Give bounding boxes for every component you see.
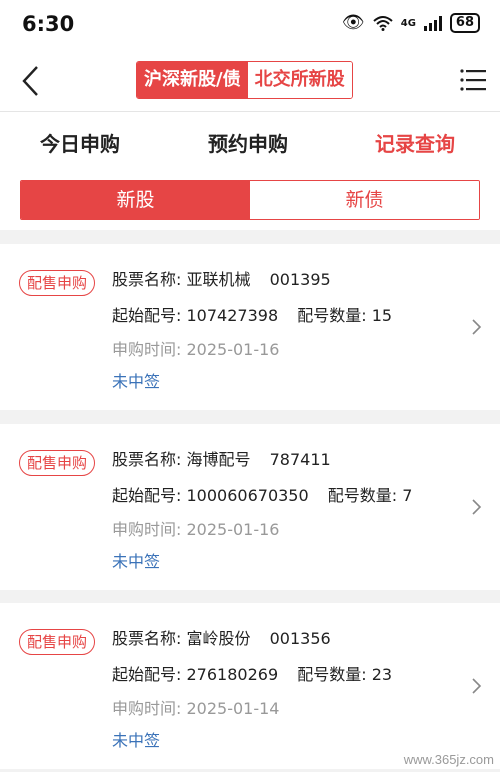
record-card[interactable]: 配售申购 股票名称: 亚联机械 001395 起始配号: 107427398 配…	[0, 244, 500, 410]
stock-name-row: 股票名称: 海博配号 787411	[112, 446, 331, 470]
start-number-row: 起始配号: 107427398 配号数量: 15	[112, 302, 392, 326]
subtabs-container: 新股 新债	[0, 172, 500, 230]
battery-icon: 68	[449, 13, 480, 33]
stock-name-label: 股票名称:	[112, 270, 182, 289]
stock-name-label: 股票名称:	[112, 629, 182, 648]
lottery-result: 未中签	[112, 372, 161, 391]
status-icons: 👁 4G 68	[342, 13, 480, 33]
subscribe-time-row: 申购时间: 2025-01-14	[112, 695, 279, 719]
placement-badge: 配售申购	[19, 270, 96, 296]
subscribe-time-row: 申购时间: 2025-01-16	[112, 516, 279, 540]
stock-name-row: 股票名称: 富岭股份 001356	[112, 625, 331, 649]
chevron-left-icon[interactable]	[18, 64, 48, 98]
chevron-right-icon	[472, 499, 482, 515]
network-type-label: 4G	[400, 17, 416, 29]
stock-code: 787411	[269, 450, 331, 469]
subscribe-date: 2025-01-16	[186, 340, 280, 359]
lottery-result: 未中签	[112, 731, 161, 750]
subscribe-time-row: 申购时间: 2025-01-16	[112, 336, 279, 360]
chevron-right-icon	[472, 678, 482, 694]
stock-name: 亚联机械	[186, 270, 251, 289]
start-number-label: 起始配号:	[112, 665, 182, 684]
chevron-right-icon	[472, 319, 482, 335]
subscribe-date: 2025-01-16	[186, 520, 280, 539]
eye-icon: 👁	[341, 12, 365, 33]
start-number: 100060670350	[186, 486, 309, 505]
start-number: 276180269	[186, 665, 279, 684]
placement-badge: 配售申购	[19, 450, 96, 476]
record-card[interactable]: 配售申购 股票名称: 海博配号 787411 起始配号: 10006067035…	[0, 424, 500, 590]
start-number-label: 起始配号:	[112, 486, 182, 505]
status-time: 6:30	[22, 12, 75, 36]
number-count: 7	[402, 486, 413, 505]
start-number-row: 起始配号: 100060670350 配号数量: 7	[112, 482, 412, 506]
start-number-row: 起始配号: 276180269 配号数量: 23	[112, 661, 392, 685]
subscribe-time-label: 申购时间:	[112, 340, 182, 359]
stock-name-row: 股票名称: 亚联机械 001395	[112, 266, 331, 290]
stock-bond-toggle: 新股 新债	[20, 180, 480, 220]
hamburger-menu-icon[interactable]	[460, 68, 486, 92]
status-bar: 6:30 👁 4G 68	[0, 0, 500, 50]
number-count: 15	[371, 306, 393, 325]
start-number-label: 起始配号:	[112, 306, 182, 325]
tab-reserve-subscribe[interactable]: 预约申购	[208, 128, 288, 157]
top-navbar: 沪深新股/债 北交所新股	[0, 50, 500, 112]
number-count-label: 配号数量:	[327, 486, 398, 505]
start-number: 107427398	[186, 306, 279, 325]
tab-record-query[interactable]: 记录查询	[375, 128, 455, 157]
record-card[interactable]: 配售申购 股票名称: 富岭股份 001356 起始配号: 276180269 配…	[0, 603, 500, 769]
signal-icon	[423, 15, 442, 31]
stock-code: 001395	[269, 270, 331, 289]
market-segment-control: 沪深新股/债 北交所新股	[136, 61, 353, 99]
subscribe-time-label: 申购时间:	[112, 520, 182, 539]
wifi-icon	[373, 16, 393, 31]
lottery-result: 未中签	[112, 552, 161, 571]
placement-badge: 配售申购	[19, 629, 96, 655]
stock-name-label: 股票名称:	[112, 450, 182, 469]
segment-beijing-exchange[interactable]: 北交所新股	[247, 62, 352, 98]
tab-today-subscribe[interactable]: 今日申购	[40, 128, 120, 157]
number-count-label: 配号数量:	[297, 306, 367, 325]
number-count: 23	[371, 665, 393, 684]
subscribe-date: 2025-01-14	[186, 699, 280, 718]
main-tabs: 今日申购 预约申购 记录查询	[0, 112, 500, 172]
stock-name: 海博配号	[186, 450, 251, 469]
subscribe-time-label: 申购时间:	[112, 699, 182, 718]
number-count-label: 配号数量:	[297, 665, 367, 684]
stock-name: 富岭股份	[186, 629, 251, 648]
subtab-new-bond[interactable]: 新债	[250, 181, 479, 219]
subtab-new-stock[interactable]: 新股	[21, 181, 250, 219]
stock-code: 001356	[269, 629, 331, 648]
watermark: www.365jz.com	[403, 752, 494, 767]
segment-shenzhen-shanghai[interactable]: 沪深新股/债	[137, 62, 248, 98]
